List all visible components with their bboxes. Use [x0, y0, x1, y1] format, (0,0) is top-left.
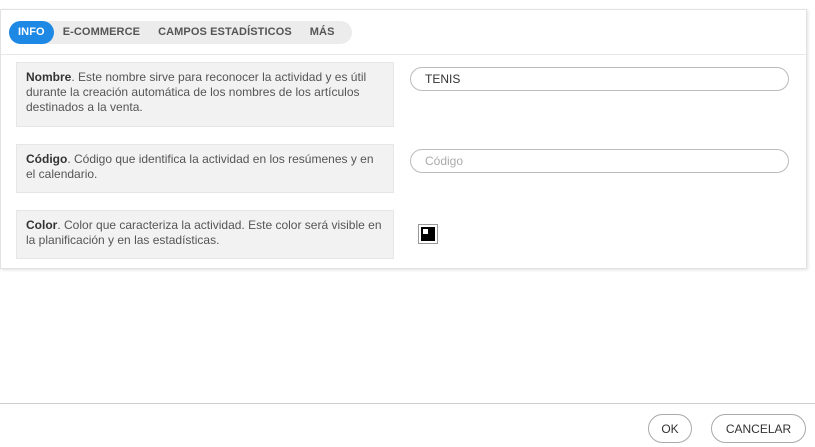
cancel-button[interactable]: CANCELAR — [711, 414, 806, 443]
color-help-text: . Color que caracteriza la actividad. Es… — [26, 218, 382, 247]
tab-info[interactable]: INFO — [9, 21, 54, 44]
nombre-input[interactable]: TENIS — [410, 67, 789, 91]
codigo-label: Código — [26, 152, 68, 166]
color-label: Color — [26, 218, 58, 232]
footer-divider — [0, 403, 815, 404]
nombre-description: Nombre. Este nombre sirve para reconocer… — [16, 62, 394, 127]
tab-divider — [1, 54, 806, 55]
color-swatch-fill — [421, 227, 435, 241]
color-description: Color. Color que caracteriza la activida… — [16, 210, 394, 259]
codigo-description: Código. Código que identifica la activid… — [16, 144, 394, 193]
color-picker-swatch[interactable] — [418, 224, 438, 244]
tab-campos-estadisticos[interactable]: CAMPOS ESTADÍSTICOS — [149, 21, 301, 44]
tab-ecommerce[interactable]: E-COMMERCE — [54, 21, 149, 44]
tab-bar: INFO E-COMMERCE CAMPOS ESTADÍSTICOS MÁS — [9, 21, 352, 44]
codigo-input[interactable]: Código — [410, 149, 789, 173]
ok-button[interactable]: OK — [648, 414, 692, 443]
tab-mas[interactable]: MÁS — [301, 21, 344, 44]
nombre-label: Nombre — [26, 70, 72, 84]
codigo-help-text: . Código que identifica la actividad en … — [26, 152, 374, 181]
nombre-help-text: . Este nombre sirve para reconocer la ac… — [26, 70, 367, 114]
